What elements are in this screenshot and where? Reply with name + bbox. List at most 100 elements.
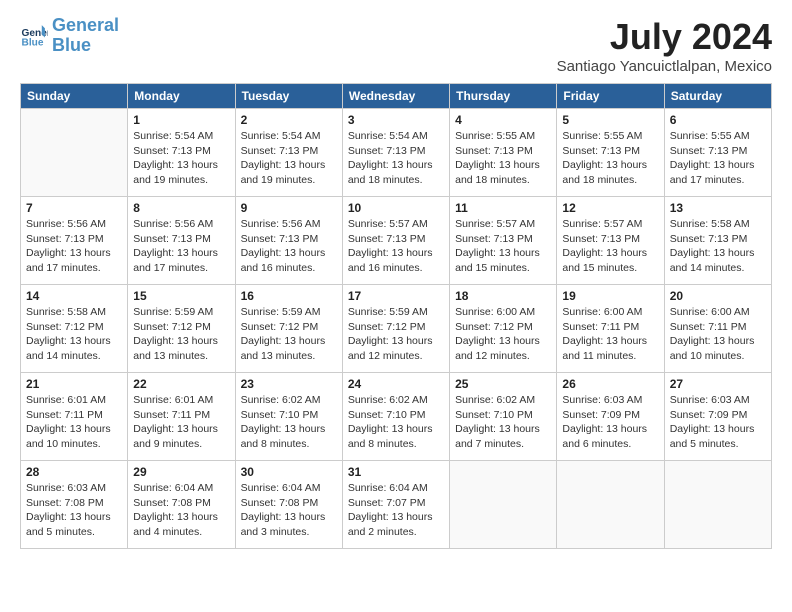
- month-title: July 2024: [557, 16, 772, 58]
- day-info: Sunrise: 5:56 AMSunset: 7:13 PMDaylight:…: [26, 217, 122, 276]
- weekday-sunday: Sunday: [21, 84, 128, 109]
- day-number: 12: [562, 201, 658, 215]
- logo-line1: General: [52, 15, 119, 35]
- weekday-tuesday: Tuesday: [235, 84, 342, 109]
- calendar-cell: 11 Sunrise: 5:57 AMSunset: 7:13 PMDayligh…: [450, 197, 557, 285]
- calendar-cell: 4 Sunrise: 5:55 AMSunset: 7:13 PMDaylight…: [450, 109, 557, 197]
- day-info: Sunrise: 6:02 AMSunset: 7:10 PMDaylight:…: [455, 393, 551, 452]
- day-number: 1: [133, 113, 229, 127]
- day-info: Sunrise: 5:59 AMSunset: 7:12 PMDaylight:…: [348, 305, 444, 364]
- day-number: 20: [670, 289, 766, 303]
- day-info: Sunrise: 6:02 AMSunset: 7:10 PMDaylight:…: [241, 393, 337, 452]
- day-info: Sunrise: 5:59 AMSunset: 7:12 PMDaylight:…: [133, 305, 229, 364]
- calendar-cell: 14 Sunrise: 5:58 AMSunset: 7:12 PMDayligh…: [21, 285, 128, 373]
- day-info: Sunrise: 6:04 AMSunset: 7:08 PMDaylight:…: [241, 481, 337, 540]
- day-number: 22: [133, 377, 229, 391]
- day-number: 30: [241, 465, 337, 479]
- day-info: Sunrise: 5:55 AMSunset: 7:13 PMDaylight:…: [455, 129, 551, 188]
- calendar-cell: 9 Sunrise: 5:56 AMSunset: 7:13 PMDaylight…: [235, 197, 342, 285]
- day-number: 3: [348, 113, 444, 127]
- calendar-body: 1 Sunrise: 5:54 AMSunset: 7:13 PMDaylight…: [21, 109, 772, 549]
- calendar-cell: 31Sunrise: 6:04 AMSunset: 7:07 PMDayligh…: [342, 461, 449, 549]
- day-number: 10: [348, 201, 444, 215]
- day-info: Sunrise: 6:03 AMSunset: 7:08 PMDaylight:…: [26, 481, 122, 540]
- day-number: 23: [241, 377, 337, 391]
- day-number: 31: [348, 465, 444, 479]
- calendar-cell: 3 Sunrise: 5:54 AMSunset: 7:13 PMDaylight…: [342, 109, 449, 197]
- svg-text:Blue: Blue: [22, 37, 44, 48]
- calendar-cell: 16Sunrise: 5:59 AMSunset: 7:12 PMDayligh…: [235, 285, 342, 373]
- calendar-table: SundayMondayTuesdayWednesdayThursdayFrid…: [20, 83, 772, 549]
- day-info: Sunrise: 5:58 AMSunset: 7:12 PMDaylight:…: [26, 305, 122, 364]
- day-info: Sunrise: 5:54 AMSunset: 7:13 PMDaylight:…: [133, 129, 229, 188]
- day-info: Sunrise: 5:57 AMSunset: 7:13 PMDaylight:…: [455, 217, 551, 276]
- day-number: 11: [455, 201, 551, 215]
- calendar-cell: 20 Sunrise: 6:00 AMSunset: 7:11 PMDayligh…: [664, 285, 771, 373]
- weekday-wednesday: Wednesday: [342, 84, 449, 109]
- calendar-cell: 13 Sunrise: 5:58 AMSunset: 7:13 PMDayligh…: [664, 197, 771, 285]
- day-number: 24: [348, 377, 444, 391]
- day-info: Sunrise: 5:54 AMSunset: 7:13 PMDaylight:…: [241, 129, 337, 188]
- day-info: Sunrise: 6:00 AMSunset: 7:12 PMDaylight:…: [455, 305, 551, 364]
- calendar-cell: 22 Sunrise: 6:01 AMSunset: 7:11 PMDayligh…: [128, 373, 235, 461]
- day-number: 18: [455, 289, 551, 303]
- logo-text: General Blue: [52, 16, 119, 56]
- day-info: Sunrise: 6:04 AMSunset: 7:08 PMDaylight:…: [133, 481, 229, 540]
- week-row-4: 21 Sunrise: 6:01 AMSunset: 7:11 PMDayligh…: [21, 373, 772, 461]
- calendar-cell: 18 Sunrise: 6:00 AMSunset: 7:12 PMDayligh…: [450, 285, 557, 373]
- location-subtitle: Santiago Yancuictlalpan, Mexico: [557, 58, 772, 75]
- day-info: Sunrise: 5:55 AMSunset: 7:13 PMDaylight:…: [670, 129, 766, 188]
- day-info: Sunrise: 5:57 AMSunset: 7:13 PMDaylight:…: [562, 217, 658, 276]
- calendar-cell: 5Sunrise: 5:55 AMSunset: 7:13 PMDaylight…: [557, 109, 664, 197]
- calendar-cell: 29Sunrise: 6:04 AMSunset: 7:08 PMDayligh…: [128, 461, 235, 549]
- logo: General Blue General Blue: [20, 16, 119, 56]
- day-info: Sunrise: 5:55 AMSunset: 7:13 PMDaylight:…: [562, 129, 658, 188]
- day-number: 28: [26, 465, 122, 479]
- day-number: 9: [241, 201, 337, 215]
- day-number: 6: [670, 113, 766, 127]
- day-info: Sunrise: 5:58 AMSunset: 7:13 PMDaylight:…: [670, 217, 766, 276]
- day-info: Sunrise: 6:01 AMSunset: 7:11 PMDaylight:…: [133, 393, 229, 452]
- day-number: 26: [562, 377, 658, 391]
- calendar-cell: 6 Sunrise: 5:55 AMSunset: 7:13 PMDaylight…: [664, 109, 771, 197]
- day-number: 14: [26, 289, 122, 303]
- calendar-cell: 28 Sunrise: 6:03 AMSunset: 7:08 PMDayligh…: [21, 461, 128, 549]
- calendar-cell: 26 Sunrise: 6:03 AMSunset: 7:09 PMDayligh…: [557, 373, 664, 461]
- calendar-cell: [450, 461, 557, 549]
- calendar-cell: [664, 461, 771, 549]
- calendar-cell: 23 Sunrise: 6:02 AMSunset: 7:10 PMDayligh…: [235, 373, 342, 461]
- calendar-cell: 15Sunrise: 5:59 AMSunset: 7:12 PMDayligh…: [128, 285, 235, 373]
- day-info: Sunrise: 5:57 AMSunset: 7:13 PMDaylight:…: [348, 217, 444, 276]
- day-number: 19: [562, 289, 658, 303]
- day-number: 27: [670, 377, 766, 391]
- calendar-cell: 30 Sunrise: 6:04 AMSunset: 7:08 PMDayligh…: [235, 461, 342, 549]
- calendar-cell: 7Sunrise: 5:56 AMSunset: 7:13 PMDaylight…: [21, 197, 128, 285]
- calendar-cell: 19 Sunrise: 6:00 AMSunset: 7:11 PMDayligh…: [557, 285, 664, 373]
- day-number: 25: [455, 377, 551, 391]
- day-info: Sunrise: 6:03 AMSunset: 7:09 PMDaylight:…: [562, 393, 658, 452]
- weekday-friday: Friday: [557, 84, 664, 109]
- week-row-5: 28 Sunrise: 6:03 AMSunset: 7:08 PMDayligh…: [21, 461, 772, 549]
- day-info: Sunrise: 6:00 AMSunset: 7:11 PMDaylight:…: [670, 305, 766, 364]
- weekday-header-row: SundayMondayTuesdayWednesdayThursdayFrid…: [21, 84, 772, 109]
- title-block: July 2024 Santiago Yancuictlalpan, Mexic…: [557, 16, 772, 75]
- calendar-cell: 21Sunrise: 6:01 AMSunset: 7:11 PMDayligh…: [21, 373, 128, 461]
- calendar-cell: 12 Sunrise: 5:57 AMSunset: 7:13 PMDayligh…: [557, 197, 664, 285]
- day-number: 21: [26, 377, 122, 391]
- day-number: 4: [455, 113, 551, 127]
- weekday-monday: Monday: [128, 84, 235, 109]
- calendar-cell: 27Sunrise: 6:03 AMSunset: 7:09 PMDayligh…: [664, 373, 771, 461]
- week-row-1: 1 Sunrise: 5:54 AMSunset: 7:13 PMDaylight…: [21, 109, 772, 197]
- day-info: Sunrise: 6:02 AMSunset: 7:10 PMDaylight:…: [348, 393, 444, 452]
- day-number: 8: [133, 201, 229, 215]
- calendar-cell: 2 Sunrise: 5:54 AMSunset: 7:13 PMDaylight…: [235, 109, 342, 197]
- calendar-cell: 10 Sunrise: 5:57 AMSunset: 7:13 PMDayligh…: [342, 197, 449, 285]
- day-info: Sunrise: 5:56 AMSunset: 7:13 PMDaylight:…: [241, 217, 337, 276]
- logo-icon: General Blue: [20, 22, 48, 50]
- day-info: Sunrise: 5:54 AMSunset: 7:13 PMDaylight:…: [348, 129, 444, 188]
- day-number: 13: [670, 201, 766, 215]
- page-header: General Blue General Blue July 2024 Sant…: [20, 16, 772, 75]
- day-number: 2: [241, 113, 337, 127]
- day-info: Sunrise: 6:00 AMSunset: 7:11 PMDaylight:…: [562, 305, 658, 364]
- calendar-cell: 24 Sunrise: 6:02 AMSunset: 7:10 PMDayligh…: [342, 373, 449, 461]
